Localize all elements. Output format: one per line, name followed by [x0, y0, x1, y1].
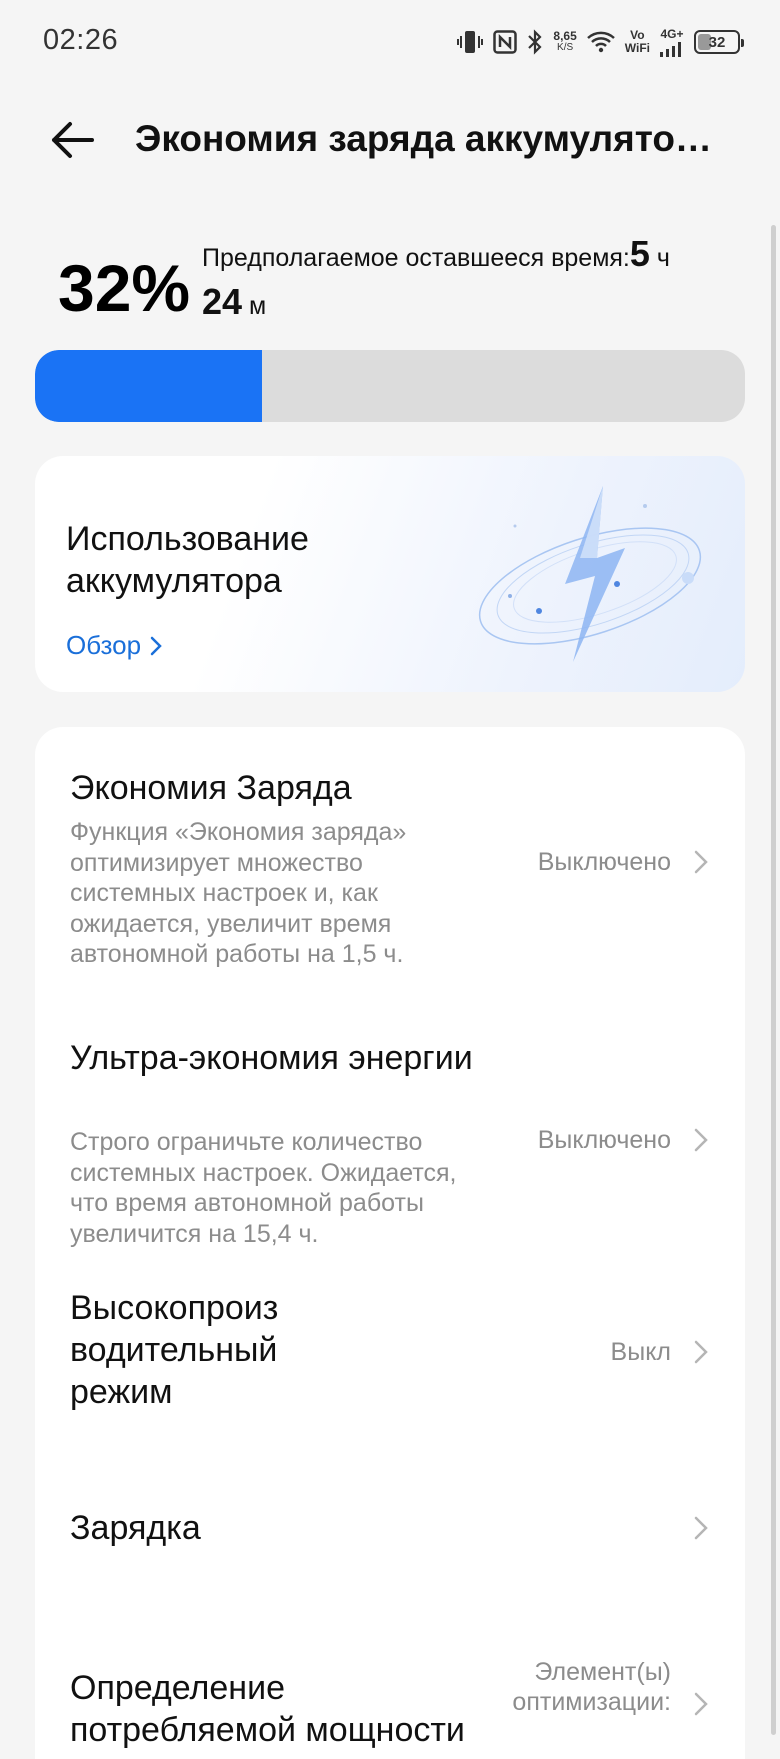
power-consumption-row[interactable]: Определение потребляемой мощности Элемен…	[35, 1658, 745, 1759]
scrollbar[interactable]	[771, 225, 776, 1735]
bluetooth-icon	[526, 29, 544, 55]
back-button[interactable]	[44, 116, 100, 164]
ultra-power-saving-row[interactable]: Ультра-экономия энергии Строго ограничьт…	[35, 997, 745, 1267]
remaining-time: Предполагаемое оставшееся время:5 ч 24 м	[202, 232, 722, 328]
status-time: 02:26	[43, 24, 119, 56]
battery-usage-card[interactable]: Использование аккумулятора Обзор	[35, 456, 745, 692]
battery-icon: 32	[694, 30, 744, 54]
high-performance-status: Выкл	[610, 1338, 671, 1366]
high-performance-row[interactable]: Высокопроиз водительный режим Выкл	[35, 1287, 745, 1477]
battery-level-bar	[35, 350, 745, 422]
overview-link[interactable]: Обзор	[66, 630, 163, 661]
overview-link-label: Обзор	[66, 630, 142, 660]
arrow-left-icon	[52, 122, 94, 158]
ultra-power-saving-title: Ультра-экономия энергии	[70, 1039, 473, 1077]
net-speed: 8,65 K/S	[553, 29, 577, 53]
header: Экономия заряда аккумулято…	[0, 100, 780, 180]
chevron-right-icon	[691, 1513, 711, 1543]
ultra-power-saving-description: Строго ограничьте количество системных н…	[70, 1128, 457, 1248]
chevron-right-icon	[691, 847, 711, 877]
battery-saver-status: Выключено	[537, 848, 671, 876]
chevron-right-icon	[691, 1689, 711, 1719]
battery-saver-row[interactable]: Экономия Заряда Функция «Экономия заряда…	[35, 727, 745, 997]
minutes-unit: м	[249, 292, 267, 320]
wifi-icon	[586, 30, 616, 54]
battery-percent: 32%	[58, 251, 191, 325]
battery-usage-title: Использование аккумулятора	[66, 520, 309, 600]
status-bar: 02:26 8,65 K/S Vo WiFi 4G+ 32	[0, 0, 780, 84]
settings-list: Экономия Заряда Функция «Экономия заряда…	[35, 727, 745, 1759]
battery-lightning-illustration	[478, 486, 702, 662]
chevron-right-icon	[691, 1337, 711, 1367]
status-icons: 8,65 K/S Vo WiFi 4G+ 32	[456, 26, 744, 58]
battery-level-fill	[35, 350, 263, 422]
chevron-right-icon	[691, 1125, 711, 1155]
remaining-label: Предполагаемое оставшееся время:	[202, 244, 630, 272]
power-consumption-title: Определение потребляемой мощности	[70, 1669, 465, 1749]
battery-saver-title: Экономия Заряда	[70, 769, 352, 807]
charging-title: Зарядка	[70, 1509, 201, 1547]
ultra-power-saving-status: Выключено	[537, 1126, 671, 1154]
nfc-icon	[493, 30, 518, 54]
hours-unit: ч	[656, 244, 670, 272]
chevron-right-icon	[150, 636, 162, 655]
signal-icon: 4G+	[659, 27, 685, 57]
vibrate-icon	[456, 29, 484, 55]
battery-saver-description: Функция «Экономия заряда» оптимизирует м…	[70, 818, 407, 968]
remaining-hours: 5	[629, 233, 650, 274]
remaining-minutes: 24	[202, 281, 243, 322]
high-performance-title: Высокопроиз водительный режим	[70, 1289, 279, 1411]
vowifi-label: Vo WiFi	[624, 28, 650, 55]
charging-row[interactable]: Зарядка	[35, 1507, 745, 1627]
page-title: Экономия заряда аккумулято…	[135, 118, 712, 159]
power-consumption-status: Элемент(ы) оптимизации:	[512, 1658, 671, 1716]
